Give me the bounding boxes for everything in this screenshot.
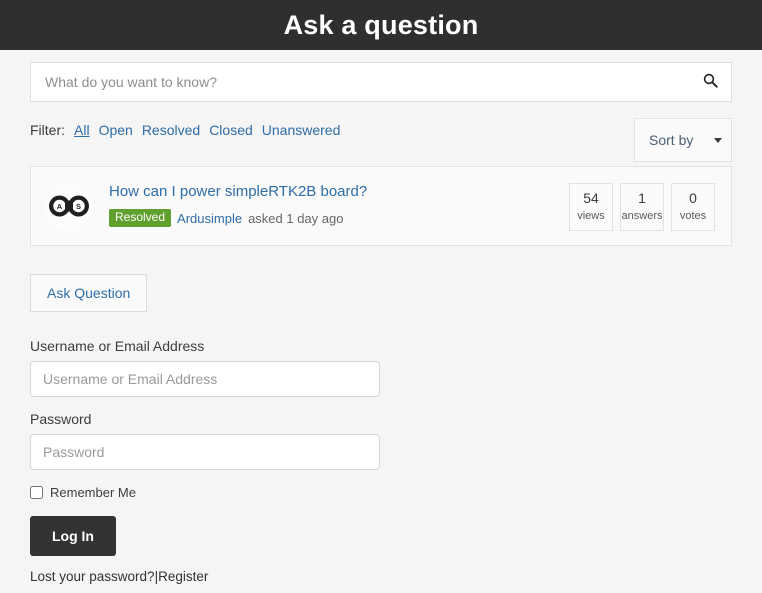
ardusimple-infinity-logo-icon: A S [48,194,90,221]
password-input[interactable] [30,434,380,471]
question-body: How can I power simpleRTK2B board? Resol… [93,181,569,228]
filter-item-all[interactable]: All [74,122,90,138]
page-title: Ask a question [283,9,479,40]
sort-by-dropdown[interactable]: Sort by [634,118,732,162]
password-field-block: Password [30,411,732,471]
question-list-item[interactable]: A S How can I power simpleRTK2B board? R… [30,166,732,247]
filter-item-closed[interactable]: Closed [209,122,253,138]
remember-me-row[interactable]: Remember Me [30,485,732,500]
stat-answers: 1 answers [620,183,664,232]
filter-item-resolved[interactable]: Resolved [142,122,200,138]
question-asked-time: asked 1 day ago [248,210,344,226]
filter-row: Filter: All Open Resolved Closed Unanswe… [30,118,732,162]
svg-text:A: A [57,202,63,211]
username-input[interactable] [30,361,380,398]
username-label: Username or Email Address [30,338,205,355]
stat-answers-count: 1 [638,190,646,206]
register-link[interactable]: Register [158,569,208,584]
log-in-button[interactable]: Log In [30,516,116,557]
remember-me-checkbox[interactable] [30,486,43,500]
status-badge: Resolved [109,209,172,228]
question-stats: 54 views 1 answers 0 votes [569,181,715,232]
filter-item-unanswered[interactable]: Unanswered [262,122,341,138]
stat-votes-count: 0 [689,190,697,206]
stat-views-label: views [577,209,605,222]
search-bar[interactable] [30,62,732,102]
stat-views: 54 views [569,183,613,232]
sort-by-label: Sort by [649,132,694,148]
search-icon [703,73,718,91]
page-header: Ask a question [0,0,762,50]
filter-label: Filter: [30,122,65,138]
stat-answers-label: answers [621,209,663,222]
question-author-link[interactable]: Ardusimple [177,211,242,226]
avatar: A S [45,183,93,231]
chevron-down-icon [714,137,722,143]
search-input[interactable] [31,63,689,101]
ask-question-button[interactable]: Ask Question [30,274,148,313]
filter-links: Filter: All Open Resolved Closed Unanswe… [30,118,340,138]
page-content: Filter: All Open Resolved Closed Unanswe… [0,62,762,584]
stat-votes: 0 votes [671,183,715,232]
lost-password-link[interactable]: Lost your password? [30,569,155,584]
username-field-block: Username or Email Address [30,338,732,398]
password-label: Password [30,411,92,428]
svg-text:S: S [76,202,81,211]
question-title-link[interactable]: How can I power simpleRTK2B board? [109,183,367,201]
login-help-links: Lost your password?|Register [30,569,732,584]
remember-me-label[interactable]: Remember Me [50,485,136,500]
stat-views-count: 54 [583,190,599,206]
filter-item-open[interactable]: Open [99,122,133,138]
login-form: Username or Email Address Password Remem… [30,338,732,584]
question-meta: Resolved Ardusimple asked 1 day ago [109,209,569,228]
stat-votes-label: votes [679,209,707,222]
search-submit-button[interactable] [689,63,731,101]
